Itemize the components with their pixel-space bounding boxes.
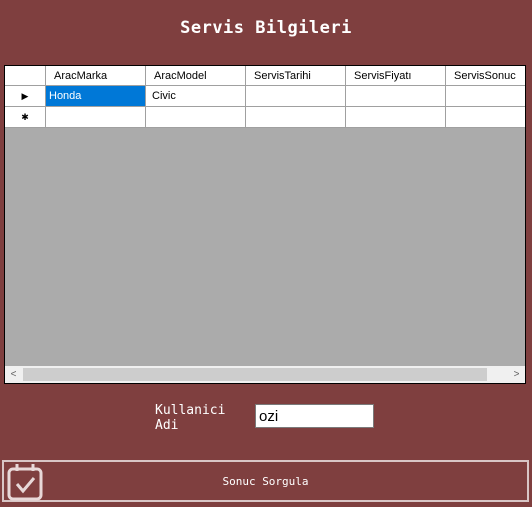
table-cell[interactable]	[346, 107, 446, 128]
table-cell[interactable]	[346, 86, 446, 107]
grid-header-row: AracMarka AracModel ServisTarihi ServisF…	[5, 66, 525, 86]
table-cell[interactable]	[446, 86, 525, 107]
table-cell[interactable]	[246, 86, 346, 107]
service-data-grid[interactable]: AracMarka AracModel ServisTarihi ServisF…	[4, 65, 526, 384]
username-input[interactable]	[255, 404, 374, 428]
scroll-left-icon[interactable]: <	[5, 366, 22, 383]
column-header-aracmarka[interactable]: AracMarka	[46, 66, 146, 86]
table-cell[interactable]	[146, 107, 246, 128]
column-header-servistarihi[interactable]: ServisTarihi	[246, 66, 346, 86]
table-row-new[interactable]: ✱	[5, 107, 525, 128]
scrollbar-thumb[interactable]	[23, 368, 487, 381]
table-row[interactable]: ▶ Honda Civic	[5, 86, 525, 107]
row-indicator-new[interactable]: ✱	[5, 107, 46, 128]
table-cell[interactable]: Honda	[46, 86, 146, 107]
row-indicator-current[interactable]: ▶	[5, 86, 46, 107]
row-header-corner[interactable]	[5, 66, 46, 86]
form-title: Servis Bilgileri	[180, 18, 352, 38]
column-header-servisfiyati[interactable]: ServisFiyatı	[346, 66, 446, 86]
query-result-button-label: Sonuc Sorgula	[222, 474, 309, 488]
column-header-servissonuc[interactable]: ServisSonuc	[446, 66, 525, 86]
table-cell[interactable]	[246, 107, 346, 128]
calendar-check-icon	[6, 462, 44, 502]
table-cell[interactable]	[446, 107, 525, 128]
username-label: Kullanici Adi	[155, 403, 226, 433]
table-cell[interactable]	[46, 107, 146, 128]
horizontal-scrollbar[interactable]: < >	[5, 366, 525, 383]
table-cell[interactable]: Civic	[146, 86, 246, 107]
scroll-right-icon[interactable]: >	[508, 366, 525, 383]
column-header-aracmodel[interactable]: AracModel	[146, 66, 246, 86]
query-result-button[interactable]: Sonuc Sorgula	[2, 460, 529, 502]
